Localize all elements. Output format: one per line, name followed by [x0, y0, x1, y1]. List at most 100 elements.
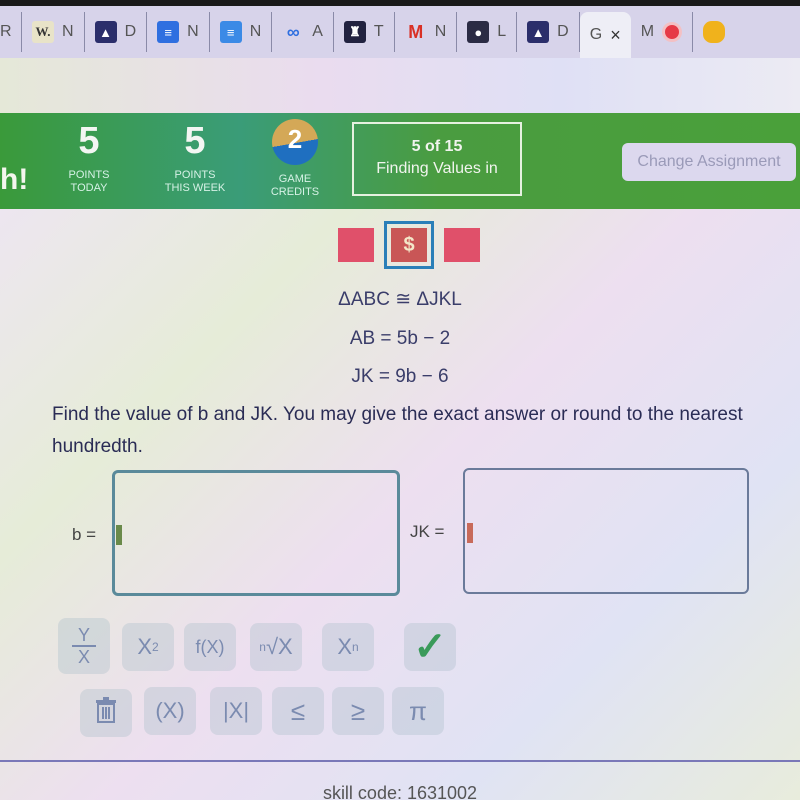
points-today-value: 5 — [78, 120, 100, 162]
footer-divider — [0, 760, 800, 762]
label-line: TODAY — [70, 182, 108, 194]
change-assignment-button[interactable]: Change Assignment — [622, 143, 796, 181]
tab-label: R — [0, 23, 12, 40]
graduation-cap-icon: ▲ — [94, 21, 117, 43]
progress-box-incorrect — [338, 228, 374, 262]
tab-label: D — [557, 23, 569, 40]
browser-tab[interactable]: ≡ N — [210, 12, 273, 52]
root-index: n — [259, 640, 266, 654]
tab-label: M — [640, 23, 655, 40]
label-line: CREDITS — [270, 186, 320, 198]
browser-tab[interactable]: R — [0, 12, 22, 52]
browser-tab[interactable]: ▲ D — [85, 12, 148, 52]
pi-button[interactable]: π — [392, 687, 444, 735]
points-today-label: POINTS TODAY — [44, 169, 134, 195]
given-congruence: ΔABC ≅ ΔJKL — [338, 289, 462, 310]
tab-label: D — [124, 23, 137, 40]
record-icon — [662, 22, 683, 42]
tab-label: N — [62, 23, 74, 40]
game-credits-badge[interactable]: 2 — [272, 119, 318, 165]
close-icon[interactable]: × — [610, 25, 621, 46]
browser-tab[interactable]: M N — [395, 12, 458, 52]
b-label: b = — [72, 525, 97, 544]
browser-tab[interactable]: ≡ N — [147, 12, 210, 52]
label-line: THIS WEEK — [164, 182, 226, 194]
game-credits[interactable]: 2 GAME CREDITS — [250, 119, 340, 199]
logo: h! — [0, 163, 29, 196]
skill-code: skill code: 1631002 — [322, 783, 478, 800]
subscript-base: X — [337, 634, 352, 659]
b-cursor — [116, 525, 122, 545]
subscript-index: n — [352, 640, 359, 654]
progress-box-incorrect — [444, 228, 480, 262]
tab-label: N — [434, 23, 447, 40]
absolute-value-button[interactable]: |X| — [210, 687, 262, 735]
browser-tab-strip: R W. N ▲ D ≡ N ≡ N ∞ A ♜ T M N ● L ▲ D G… — [0, 0, 800, 58]
progress-indicator: $ — [338, 221, 480, 269]
root-symbol: √X — [265, 634, 293, 659]
label-line: POINTS — [68, 169, 110, 181]
exponent-power: 2 — [152, 640, 159, 654]
game-credits-label: GAME CREDITS — [250, 173, 340, 199]
function-button[interactable]: f(X) — [184, 623, 236, 671]
points-this-week: 5 POINTS THIS WEEK — [150, 119, 240, 195]
label-line: POINTS — [174, 169, 216, 181]
assignment-count: 5 of 15 — [411, 138, 463, 155]
browser-tab[interactable]: M — [631, 12, 694, 52]
label-line: GAME — [278, 173, 312, 185]
practice-header: h! 5 POINTS TODAY 5 POINTS THIS WEEK 2 G… — [0, 113, 800, 209]
gmail-icon: M — [408, 21, 424, 42]
wikipedia-icon: W. — [32, 21, 54, 43]
greater-equal-button[interactable]: ≥ — [332, 687, 384, 735]
points-today: 5 POINTS TODAY — [44, 119, 134, 195]
assignment-name: Finding Values in — [376, 160, 498, 177]
fraction-icon: Y X — [72, 626, 96, 666]
bell-icon: ♜ — [343, 21, 366, 43]
browser-tab[interactable]: ♜ T — [334, 12, 395, 52]
exponent-base: X — [137, 634, 152, 659]
tab-label: G — [589, 26, 603, 43]
jk-answer-input[interactable] — [463, 468, 749, 594]
progress-box-current-frame: $ — [384, 221, 434, 269]
fraction-denominator: X — [77, 647, 90, 667]
browser-tab[interactable]: ▲ D — [517, 12, 580, 52]
fraction-numerator: Y — [77, 625, 90, 645]
b-answer-input[interactable] — [112, 470, 400, 596]
points-week-value: 5 — [184, 120, 206, 162]
person-icon: ● — [467, 21, 490, 43]
extension-icon — [703, 21, 726, 43]
trash-icon — [94, 697, 118, 729]
tab-label: N — [187, 23, 199, 40]
browser-tab[interactable]: ∞ A — [272, 12, 334, 52]
given-ab: AB = 5b − 2 — [349, 328, 451, 349]
exponent-button[interactable]: X2 — [122, 623, 174, 671]
jk-cursor — [467, 523, 473, 543]
tab-label: A — [312, 23, 323, 40]
parentheses-button[interactable]: (X) — [144, 687, 196, 735]
graduation-cap-icon: ▲ — [527, 21, 550, 43]
browser-tab[interactable]: ● L — [457, 12, 518, 52]
browser-tab-active[interactable]: G × — [579, 12, 631, 58]
tab-label: L — [497, 23, 507, 40]
submit-check-button[interactable]: ✓ — [404, 623, 456, 671]
fraction-button[interactable]: Y X — [58, 618, 110, 674]
tab-label: T — [373, 23, 384, 40]
docs-icon: ≡ — [157, 21, 180, 43]
jk-label: JK = — [410, 522, 445, 541]
problem-area: $ ΔABC ≅ ΔJKL AB = 5b − 2 JK = 9b − 6 Fi… — [0, 209, 800, 800]
given-jk: JK = 9b − 6 — [351, 366, 449, 387]
trash-button[interactable] — [80, 689, 132, 737]
browser-tab[interactable]: W. N — [22, 12, 85, 52]
question-text: Find the value of b and JK. You may give… — [52, 404, 743, 457]
docs-icon: ≡ — [219, 21, 242, 43]
points-week-label: POINTS THIS WEEK — [150, 169, 240, 195]
glasses-icon: ∞ — [286, 21, 300, 42]
nth-root-button[interactable]: n √X — [250, 623, 302, 671]
assignment-status: 5 of 15 Finding Values in — [352, 122, 522, 196]
progress-box-current: $ — [391, 228, 427, 262]
browser-tab[interactable] — [693, 12, 735, 52]
page-top-area — [0, 58, 800, 113]
tab-label: N — [249, 23, 262, 40]
subscript-button[interactable]: Xn — [322, 623, 374, 671]
less-equal-button[interactable]: ≤ — [272, 687, 324, 735]
